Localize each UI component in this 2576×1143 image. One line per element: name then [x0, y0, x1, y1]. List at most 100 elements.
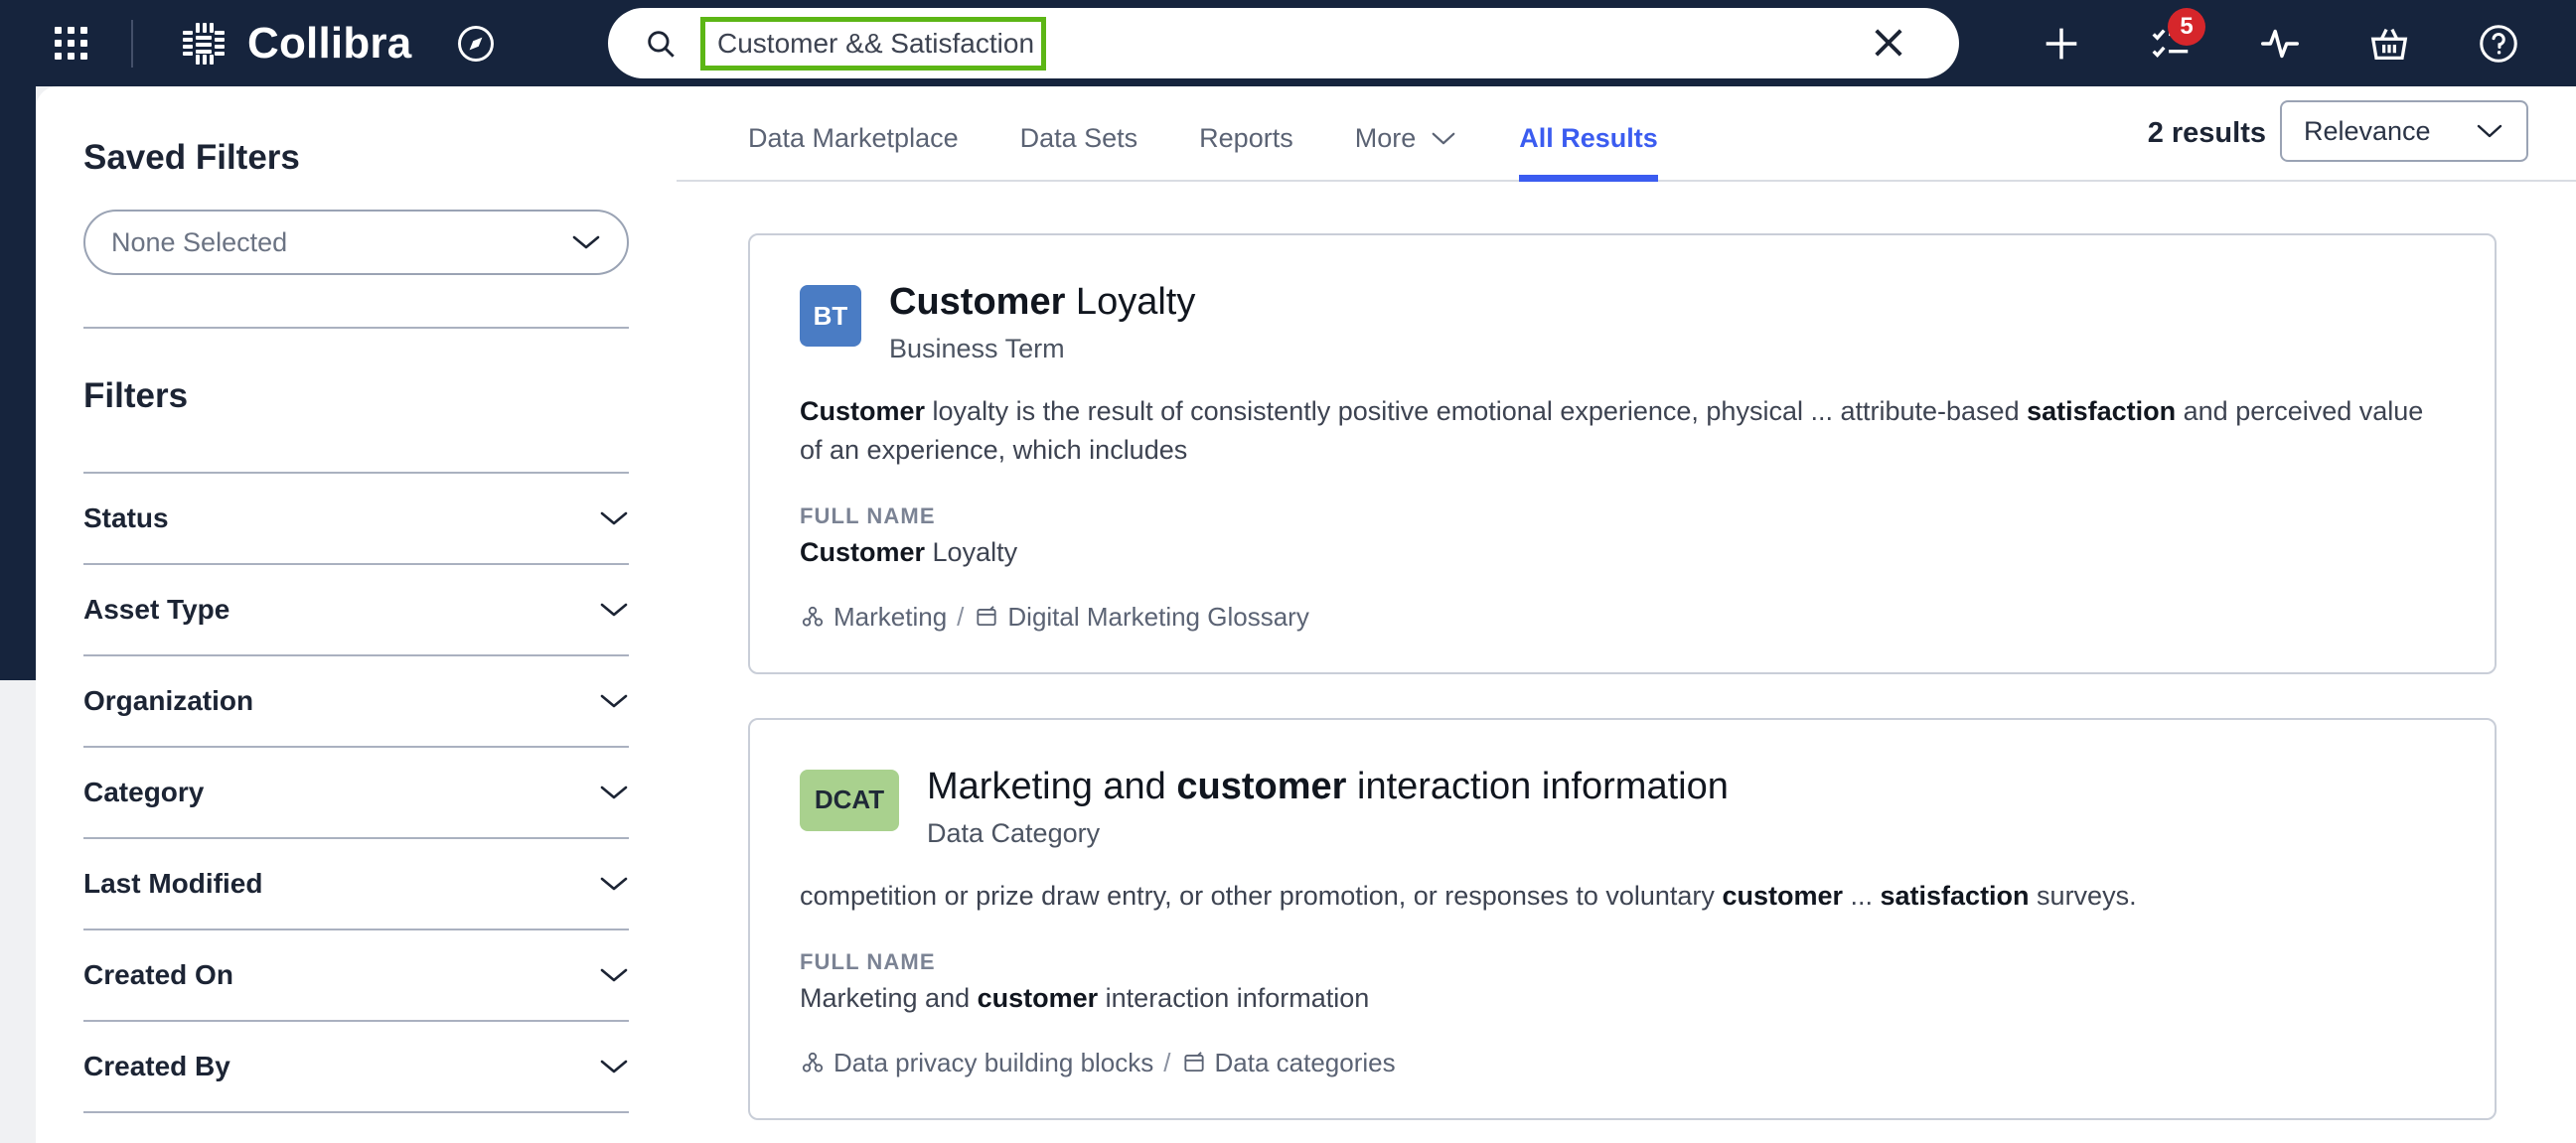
saved-filters-select[interactable]: None Selected: [83, 210, 629, 275]
apps-grid-icon[interactable]: [42, 15, 99, 72]
tab-label: All Results: [1519, 123, 1658, 153]
activity-pulse-icon: [2261, 29, 2299, 58]
top-header: Collibra Customer && Satisfaction 5: [0, 0, 2576, 86]
filter-label: Asset Type: [83, 594, 230, 625]
community-icon: [1183, 1052, 1204, 1072]
search-icon: [648, 30, 675, 58]
plus-icon: [2046, 28, 2077, 59]
chevron-down-icon: [2477, 124, 2502, 138]
breadcrumb-community-label: Data categories: [1214, 1047, 1396, 1077]
result-card[interactable]: BT Customer Loyalty Business Term Custom…: [748, 233, 2497, 674]
header-actions: 5: [2007, 0, 2553, 86]
domain-icon: [802, 607, 824, 628]
chevron-down-icon: [600, 786, 628, 799]
breadcrumb: Data privacy building blocks / Data cate…: [800, 1048, 2445, 1078]
breadcrumb-community-label: Digital Marketing Glossary: [1007, 601, 1309, 632]
sort-select[interactable]: Relevance: [2280, 100, 2528, 162]
full-name-value: Marketing and customer interaction infor…: [800, 982, 1370, 1013]
left-nav-rail: [0, 86, 36, 680]
filters-sidebar: Saved Filters None Selected Filters Stat…: [36, 86, 677, 1143]
basket-icon: [2370, 28, 2408, 60]
result-header: DCAT Marketing and customer interaction …: [800, 766, 2445, 849]
result-header: BT Customer Loyalty Business Term: [800, 281, 2445, 364]
full-name-label: FULL NAME: [800, 948, 936, 974]
full-name-value: Customer Loyalty: [800, 536, 1018, 567]
search-input[interactable]: Customer && Satisfaction: [700, 16, 1046, 71]
filter-row-created-on[interactable]: Created On: [83, 930, 629, 1022]
collibra-logo-icon: [183, 22, 225, 65]
breadcrumb-domain-label: Data privacy building blocks: [833, 1047, 1154, 1077]
filter-row-created-by[interactable]: Created By: [83, 1022, 629, 1113]
breadcrumb-domain[interactable]: Marketing: [800, 602, 947, 633]
breadcrumb-separator: /: [957, 601, 965, 632]
tab-data-sets[interactable]: Data Sets: [1020, 123, 1138, 180]
saved-filters-value: None Selected: [111, 226, 288, 257]
tab-all-results[interactable]: All Results: [1519, 123, 1658, 182]
filter-label: Last Modified: [83, 868, 263, 899]
breadcrumb: Marketing / Digital Marketing Glossary: [800, 602, 2445, 633]
add-button[interactable]: [2007, 0, 2116, 86]
brand-name: Collibra: [247, 18, 412, 68]
search-input-value: Customer && Satisfaction: [717, 27, 1035, 59]
tab-label: Data Sets: [1019, 123, 1138, 153]
search-bar[interactable]: Customer && Satisfaction: [608, 8, 1959, 78]
filters-title: Filters: [83, 376, 189, 415]
breadcrumb-domain-label: Marketing: [833, 601, 948, 632]
filter-label: Created By: [83, 1051, 230, 1081]
community-icon: [977, 606, 996, 627]
tabs: Data Marketplace Data Sets Reports More All …: [748, 123, 1720, 182]
tasks-button[interactable]: 5: [2116, 0, 2225, 86]
results-tabbar: Data Marketplace Data Sets Reports More All …: [677, 86, 2576, 182]
app-root: Collibra Customer && Satisfaction 5 Save…: [0, 0, 2576, 1143]
chevron-down-icon: [600, 1060, 628, 1073]
result-asset-type: Data Category: [927, 817, 1101, 848]
tab-more[interactable]: More: [1355, 123, 1458, 180]
tab-data-marketplace[interactable]: Data Marketplace: [748, 123, 959, 180]
help-circle-icon: [2480, 24, 2517, 63]
result-card[interactable]: DCAT Marketing and customer interaction …: [748, 717, 2497, 1120]
filter-list: Status Asset Type Organization Category Last…: [83, 474, 629, 1113]
chevron-down-icon: [600, 694, 628, 708]
saved-filters-title: Saved Filters: [83, 138, 300, 177]
filter-row-category[interactable]: Category: [83, 748, 629, 839]
chevron-down-icon: [600, 877, 628, 891]
tasks-badge: 5: [2168, 8, 2205, 46]
result-title[interactable]: Marketing and customer interaction infor…: [927, 766, 1729, 809]
filter-row-organization[interactable]: Organization: [83, 656, 629, 748]
close-icon[interactable]: [1868, 22, 1909, 64]
main-content: Data Marketplace Data Sets Reports More All …: [677, 86, 2576, 1143]
breadcrumb-community[interactable]: Digital Marketing Glossary: [974, 601, 1309, 633]
basket-button[interactable]: [2335, 0, 2444, 86]
asset-type-badge: BT: [800, 285, 861, 347]
compass-icon[interactable]: [453, 21, 499, 67]
result-description: competition or prize draw entry, or othe…: [800, 880, 2137, 911]
header-divider: [131, 19, 133, 68]
tab-label: More: [1354, 123, 1417, 153]
activity-button[interactable]: [2225, 0, 2335, 86]
sidebar-divider: [83, 327, 629, 329]
filter-label: Status: [83, 502, 169, 533]
sort-value: Relevance: [2304, 115, 2431, 146]
tab-label: Reports: [1199, 123, 1293, 153]
filter-label: Organization: [83, 685, 254, 716]
result-description: Customer loyalty is the result of consis…: [800, 395, 2424, 465]
results-count: 2 results: [2147, 117, 2266, 149]
filter-label: Created On: [83, 959, 233, 990]
tab-label: Data Marketplace: [748, 123, 959, 153]
breadcrumb-community[interactable]: Data categories: [1181, 1048, 1396, 1078]
tab-reports[interactable]: Reports: [1199, 123, 1293, 180]
breadcrumb-separator: /: [1163, 1047, 1171, 1077]
help-button[interactable]: [2444, 0, 2553, 86]
chevron-down-icon: [600, 511, 628, 525]
brand-logo[interactable]: Collibra: [177, 17, 411, 71]
asset-type-badge: DCAT: [800, 769, 899, 831]
breadcrumb-domain[interactable]: Data privacy building blocks: [800, 1048, 1153, 1078]
chevron-down-icon: [600, 603, 628, 617]
filter-row-asset-type[interactable]: Asset Type: [83, 565, 629, 656]
filter-row-status[interactable]: Status: [83, 474, 629, 565]
results-list: BT Customer Loyalty Business Term Custom…: [677, 182, 2576, 1120]
result-title[interactable]: Customer Loyalty: [889, 281, 1195, 325]
filter-row-last-modified[interactable]: Last Modified: [83, 839, 629, 930]
result-asset-type: Business Term: [889, 333, 1065, 363]
chevron-down-icon: [1432, 132, 1455, 145]
